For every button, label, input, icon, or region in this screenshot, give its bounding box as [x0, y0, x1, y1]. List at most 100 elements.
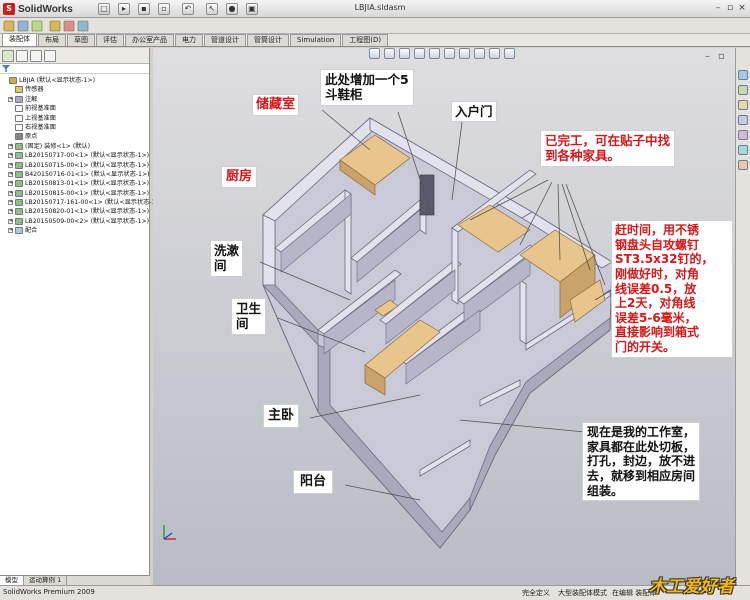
tree-item[interactable]: + LB20150820-01<1> (默认<显示状态-1>) — [0, 207, 149, 216]
status-bar: SolidWorks Premium 2009 完全定义 大型装配体模式 在编辑… — [0, 585, 750, 600]
solidworks-resources-icon[interactable] — [738, 70, 748, 80]
task-pane-strip — [735, 48, 750, 585]
tree-item[interactable]: 右视基准面 — [0, 123, 149, 132]
tab-layout[interactable]: 布局 — [38, 34, 66, 46]
expand-toggle-icon[interactable]: + — [8, 190, 13, 196]
woodworking-watermark-logo: 木工爱好者 — [645, 568, 750, 600]
tab-electrical[interactable]: 电力 — [175, 34, 203, 46]
rebuild-icon[interactable]: ● — [226, 3, 238, 15]
tree-item-label: LB20150820-01<1> (默认<显示状态-1>) — [25, 208, 150, 216]
expand-toggle-icon[interactable]: + — [8, 209, 13, 215]
expand-toggle-icon[interactable]: + — [8, 96, 13, 102]
expand-toggle-icon[interactable]: + — [8, 153, 13, 159]
part-icon — [15, 208, 23, 216]
tree-item[interactable]: + LB20150813-01<1> (默认<显示状态-1>) — [0, 179, 149, 188]
tab-tubing[interactable]: 管筒设计 — [247, 34, 289, 46]
configuration-manager-icon[interactable] — [30, 50, 42, 62]
tree-item[interactable]: + LB20150717-161-00<1> (默认<显示状态-1>) — [0, 198, 163, 207]
open-file-icon[interactable]: ▸ — [118, 3, 130, 15]
tab-simulation[interactable]: Simulation — [290, 34, 342, 46]
property-manager-icon[interactable] — [16, 50, 28, 62]
tree-item[interactable]: + (固定) 装修<1> (默认) — [0, 142, 149, 151]
view-palette-icon[interactable] — [738, 130, 748, 140]
solidworks-logo[interactable]: S SolidWorks — [3, 2, 73, 16]
save-icon[interactable]: ▪ — [138, 3, 150, 15]
tab-evaluate[interactable]: 评估 — [96, 34, 124, 46]
sensor-icon — [15, 86, 23, 94]
tree-item[interactable]: + 注解 — [0, 95, 149, 104]
note-entrance-door: 入户门 — [451, 101, 497, 123]
undo-icon[interactable]: ↶ — [182, 3, 194, 15]
solidworks-logo-icon: S — [3, 3, 15, 15]
tree-item[interactable]: + 配合 — [0, 226, 149, 235]
tab-piping[interactable]: 管道设计 — [204, 34, 246, 46]
plane-icon — [15, 123, 23, 131]
tree-item[interactable]: + LB20150815-00<1> (默认<显示状态-1>) — [0, 189, 149, 198]
tree-item-label: 注解 — [25, 95, 38, 103]
tab-model[interactable]: 模型 — [0, 576, 24, 585]
expand-toggle-icon[interactable]: + — [8, 162, 13, 168]
tab-sketch[interactable]: 草图 — [67, 34, 95, 46]
tree-item[interactable]: + LB20150509-00<2> (默认<显示状态-1>) — [0, 217, 149, 226]
tree-item-label: (固定) 装修<1> (默认) — [25, 142, 91, 150]
tree-list: LBJIA (默认<显示状态-1>) 传感器 + 注解 前视基准面 上视基准面 右视基准面原… — [0, 74, 163, 236]
window-title: LBJIA.sldasm — [354, 3, 406, 12]
tree-item[interactable]: 传感器 — [0, 85, 149, 94]
print-icon[interactable]: ▫ — [158, 3, 170, 15]
expand-toggle-icon[interactable]: + — [8, 171, 13, 177]
app-name: SolidWorks — [18, 3, 73, 15]
tree-item-label: LBJIA (默认<显示状态-1>) — [19, 77, 96, 84]
tree-toolbar — [0, 48, 149, 64]
tree-item[interactable]: + LB20150715-00<1> (默认<显示状态-1>) — [0, 161, 149, 170]
tree-filter[interactable] — [0, 64, 149, 74]
note-hurry: 赶时间，用不锈 钢盘头自攻螺钉 ST3.5x32钉的， 刚做好时，对角 线误差0… — [611, 220, 733, 358]
custom-properties-icon[interactable] — [738, 160, 748, 170]
tab-assembly[interactable]: 装配体 — [2, 33, 37, 46]
feature-manager-icon[interactable] — [2, 50, 14, 62]
tree-item[interactable]: 原点 — [0, 132, 149, 141]
note-shoe-cabinet: 此处增加一个5 斗鞋柜 — [320, 69, 414, 106]
partition-8 — [451, 227, 459, 305]
part-icon — [15, 170, 23, 178]
select-icon[interactable]: ↖ — [206, 3, 218, 15]
part-icon — [15, 217, 23, 225]
tree-item-label: 上视基准面 — [25, 114, 56, 122]
expand-toggle-icon[interactable]: + — [8, 200, 13, 206]
tree-item[interactable]: LBJIA (默认<显示状态-1>) — [0, 76, 149, 85]
note-laundry: 洗漱 间 — [210, 240, 244, 277]
tree-item[interactable]: + LB20150717-00<1> (默认<显示状态-1>) — [0, 151, 149, 160]
expand-toggle-icon[interactable]: + — [8, 218, 13, 224]
tree-item[interactable]: 上视基准面 — [0, 114, 149, 123]
search-icon[interactable] — [738, 115, 748, 125]
expand-toggle-icon[interactable]: + — [8, 143, 13, 149]
note-kitchen: 厨房 — [221, 166, 258, 188]
new-file-icon[interactable]: □ — [98, 3, 110, 15]
tree-item-label: LB20150717-161-00<1> (默认<显示状态-1>) — [25, 199, 164, 207]
tab-drawing[interactable]: 工程图(D) — [342, 34, 389, 46]
wall-top-west — [262, 214, 276, 286]
close-icon[interactable]: × — [736, 3, 748, 15]
feature-manager-tree: LBJIA (默认<显示状态-1>) 传感器 + 注解 前视基准面 上视基准面 右视基准面原… — [0, 48, 163, 575]
filter-icon — [2, 65, 10, 72]
tree-item[interactable]: 前视基准面 — [0, 104, 149, 113]
tree-item[interactable]: + B420150716-01<1> (默认<显示状态-1>) — [0, 170, 150, 179]
assembly-icon — [9, 77, 17, 84]
status-large-assembly-mode: 大型装配体模式 — [558, 589, 607, 597]
graphics-viewport[interactable]: – ▫ 储藏室 此处增加一个5 斗鞋柜 入户门 已完工，可在贴子中找 到各种家具… — [153, 48, 735, 585]
command-manager-tabs: 装配体 布局 草图 评估 办公室产品 电力 管道设计 管筒设计 Simulati… — [0, 33, 750, 47]
appearances-icon[interactable] — [738, 145, 748, 155]
expand-toggle-icon[interactable]: + — [8, 228, 13, 234]
tab-motion-study[interactable]: 运动算例 1 — [24, 576, 68, 585]
watermark-text: 木工爱好者 — [649, 577, 734, 597]
design-library-icon[interactable] — [738, 85, 748, 95]
axis-triad — [163, 525, 176, 540]
dimxpert-icon[interactable] — [44, 50, 56, 62]
expand-toggle-icon[interactable]: + — [8, 181, 13, 187]
annotation-icon — [15, 95, 23, 103]
file-explorer-icon[interactable] — [738, 100, 748, 110]
minimize-icon[interactable]: – — [712, 3, 724, 15]
restore-icon[interactable]: ▫ — [724, 3, 736, 15]
tab-office-products[interactable]: 办公室产品 — [125, 34, 174, 46]
tree-item-label: B420150716-01<1> (默认<显示状态-1>) — [25, 170, 150, 178]
options-icon[interactable]: ▣ — [246, 3, 258, 15]
